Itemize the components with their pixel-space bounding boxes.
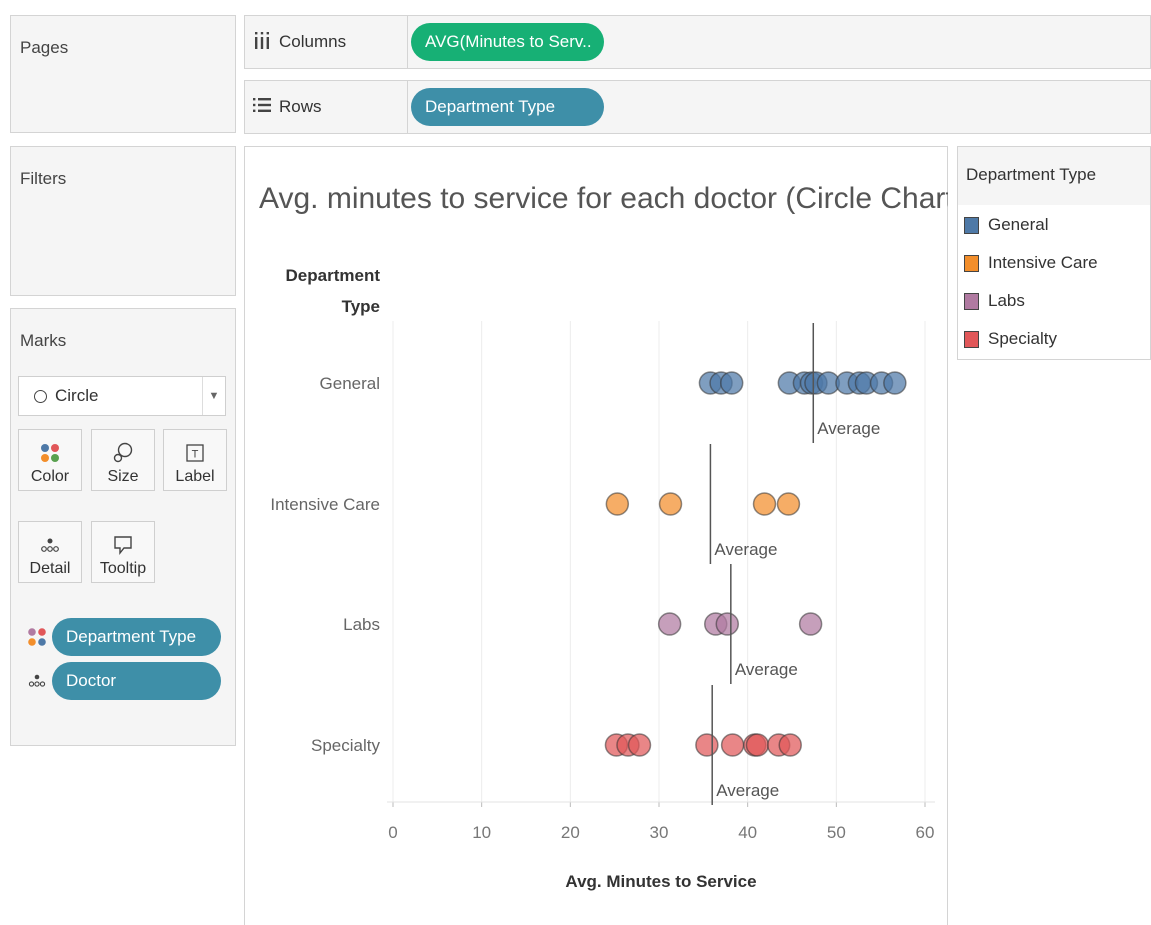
detail-dots-icon [19, 530, 81, 560]
detail-button[interactable]: Detail [18, 521, 82, 583]
label-label: Label [175, 468, 215, 485]
color-legend[interactable]: Department Type General Intensive Care L… [957, 146, 1151, 360]
filters-title: Filters [20, 169, 67, 188]
legend-label: General [988, 215, 1049, 234]
department-type-color-pill[interactable]: Department Type [52, 618, 221, 656]
row-label: Labs [343, 615, 380, 634]
rows-pill[interactable]: Department Type [411, 88, 604, 126]
data-point [720, 733, 745, 757]
chevron-down-icon: ▼ [202, 377, 225, 415]
marks-pill-row-department: Department Type [25, 618, 225, 656]
row-header-line2: Type [342, 297, 380, 316]
x-axis-title: Avg. Minutes to Service [565, 872, 756, 891]
columns-label: Columns [279, 32, 347, 51]
average-label: Average [735, 660, 798, 679]
average-label: Average [716, 781, 779, 800]
color-label: Color [30, 468, 70, 485]
data-point [745, 733, 770, 757]
columns-pill[interactable]: AVG(Minutes to Serv.. [411, 23, 604, 61]
tooltip-label: Tooltip [99, 560, 147, 577]
row-label: General [320, 374, 380, 393]
legend-title: Department Type [958, 147, 1150, 205]
rows-label: Rows [279, 97, 322, 116]
legend-swatch [964, 292, 979, 310]
tooltip-button[interactable]: Tooltip [91, 521, 155, 583]
rows-shelf[interactable]: Rows Department Type [244, 80, 1151, 134]
text-label-icon: T [164, 438, 226, 468]
pages-card[interactable]: Pages [10, 15, 236, 133]
marks-pill-row-doctor: Doctor [25, 662, 225, 700]
chart-title: Avg. minutes to service for each doctor … [259, 182, 948, 215]
detail-dots-icon [27, 672, 47, 695]
legend-label: Specialty [988, 329, 1057, 348]
x-tick-label: 10 [472, 823, 491, 842]
size-icon [92, 438, 154, 468]
data-point [752, 492, 777, 516]
columns-icon [253, 31, 271, 54]
mark-type-value: Circle [55, 386, 99, 405]
data-point [695, 733, 719, 757]
pages-title: Pages [20, 38, 69, 57]
legend-label: Labs [988, 291, 1025, 310]
x-tick-label: 30 [650, 823, 669, 842]
circle-chart: Avg. minutes to service for each doctor … [259, 182, 948, 891]
size-button[interactable]: Size [91, 429, 155, 491]
data-point [776, 492, 801, 516]
data-point [657, 612, 682, 636]
data-point [778, 733, 802, 757]
data-point [883, 371, 907, 395]
data-point [605, 492, 630, 516]
color-dots-icon [27, 627, 47, 652]
mark-type-dropdown[interactable]: Circle ▼ [18, 376, 226, 416]
doctor-detail-pill[interactable]: Doctor [52, 662, 221, 700]
row-label: Specialty [311, 736, 380, 755]
rows-shelf-label: Rows [245, 81, 408, 133]
legend-label: Intensive Care [988, 253, 1098, 272]
legend-item-general[interactable]: General [964, 215, 1048, 235]
average-label: Average [817, 419, 880, 438]
circle-outline-icon [34, 389, 47, 403]
row-label: Intensive Care [270, 495, 380, 514]
data-point [658, 492, 683, 516]
average-label: Average [714, 540, 777, 559]
data-point [798, 612, 823, 636]
legend-swatch [964, 216, 979, 234]
legend-item-intensive-care[interactable]: Intensive Care [964, 253, 1098, 273]
tooltip-icon [92, 530, 154, 560]
size-label: Size [107, 468, 139, 485]
label-button[interactable]: T Label [163, 429, 227, 491]
detail-label: Detail [29, 560, 71, 577]
data-point [715, 612, 740, 636]
legend-item-labs[interactable]: Labs [964, 291, 1025, 311]
x-tick-label: 0 [388, 823, 397, 842]
color-button[interactable]: Color [18, 429, 82, 491]
marks-title: Marks [20, 331, 67, 350]
x-tick-label: 20 [561, 823, 580, 842]
svg-text:T: T [192, 449, 199, 461]
x-tick-label: 40 [738, 823, 757, 842]
filters-card[interactable]: Filters [10, 146, 236, 296]
data-point [719, 371, 744, 395]
data-point [627, 733, 652, 757]
color-dots-icon [19, 438, 81, 468]
columns-shelf[interactable]: Columns AVG(Minutes to Serv.. [244, 15, 1151, 69]
legend-swatch [964, 330, 979, 348]
row-header-line1: Department [286, 266, 381, 285]
x-tick-label: 50 [827, 823, 846, 842]
legend-item-specialty[interactable]: Specialty [964, 329, 1057, 349]
x-tick-label: 60 [916, 823, 935, 842]
rows-icon [253, 97, 271, 117]
legend-swatch [964, 254, 979, 272]
columns-shelf-label: Columns [245, 16, 408, 68]
